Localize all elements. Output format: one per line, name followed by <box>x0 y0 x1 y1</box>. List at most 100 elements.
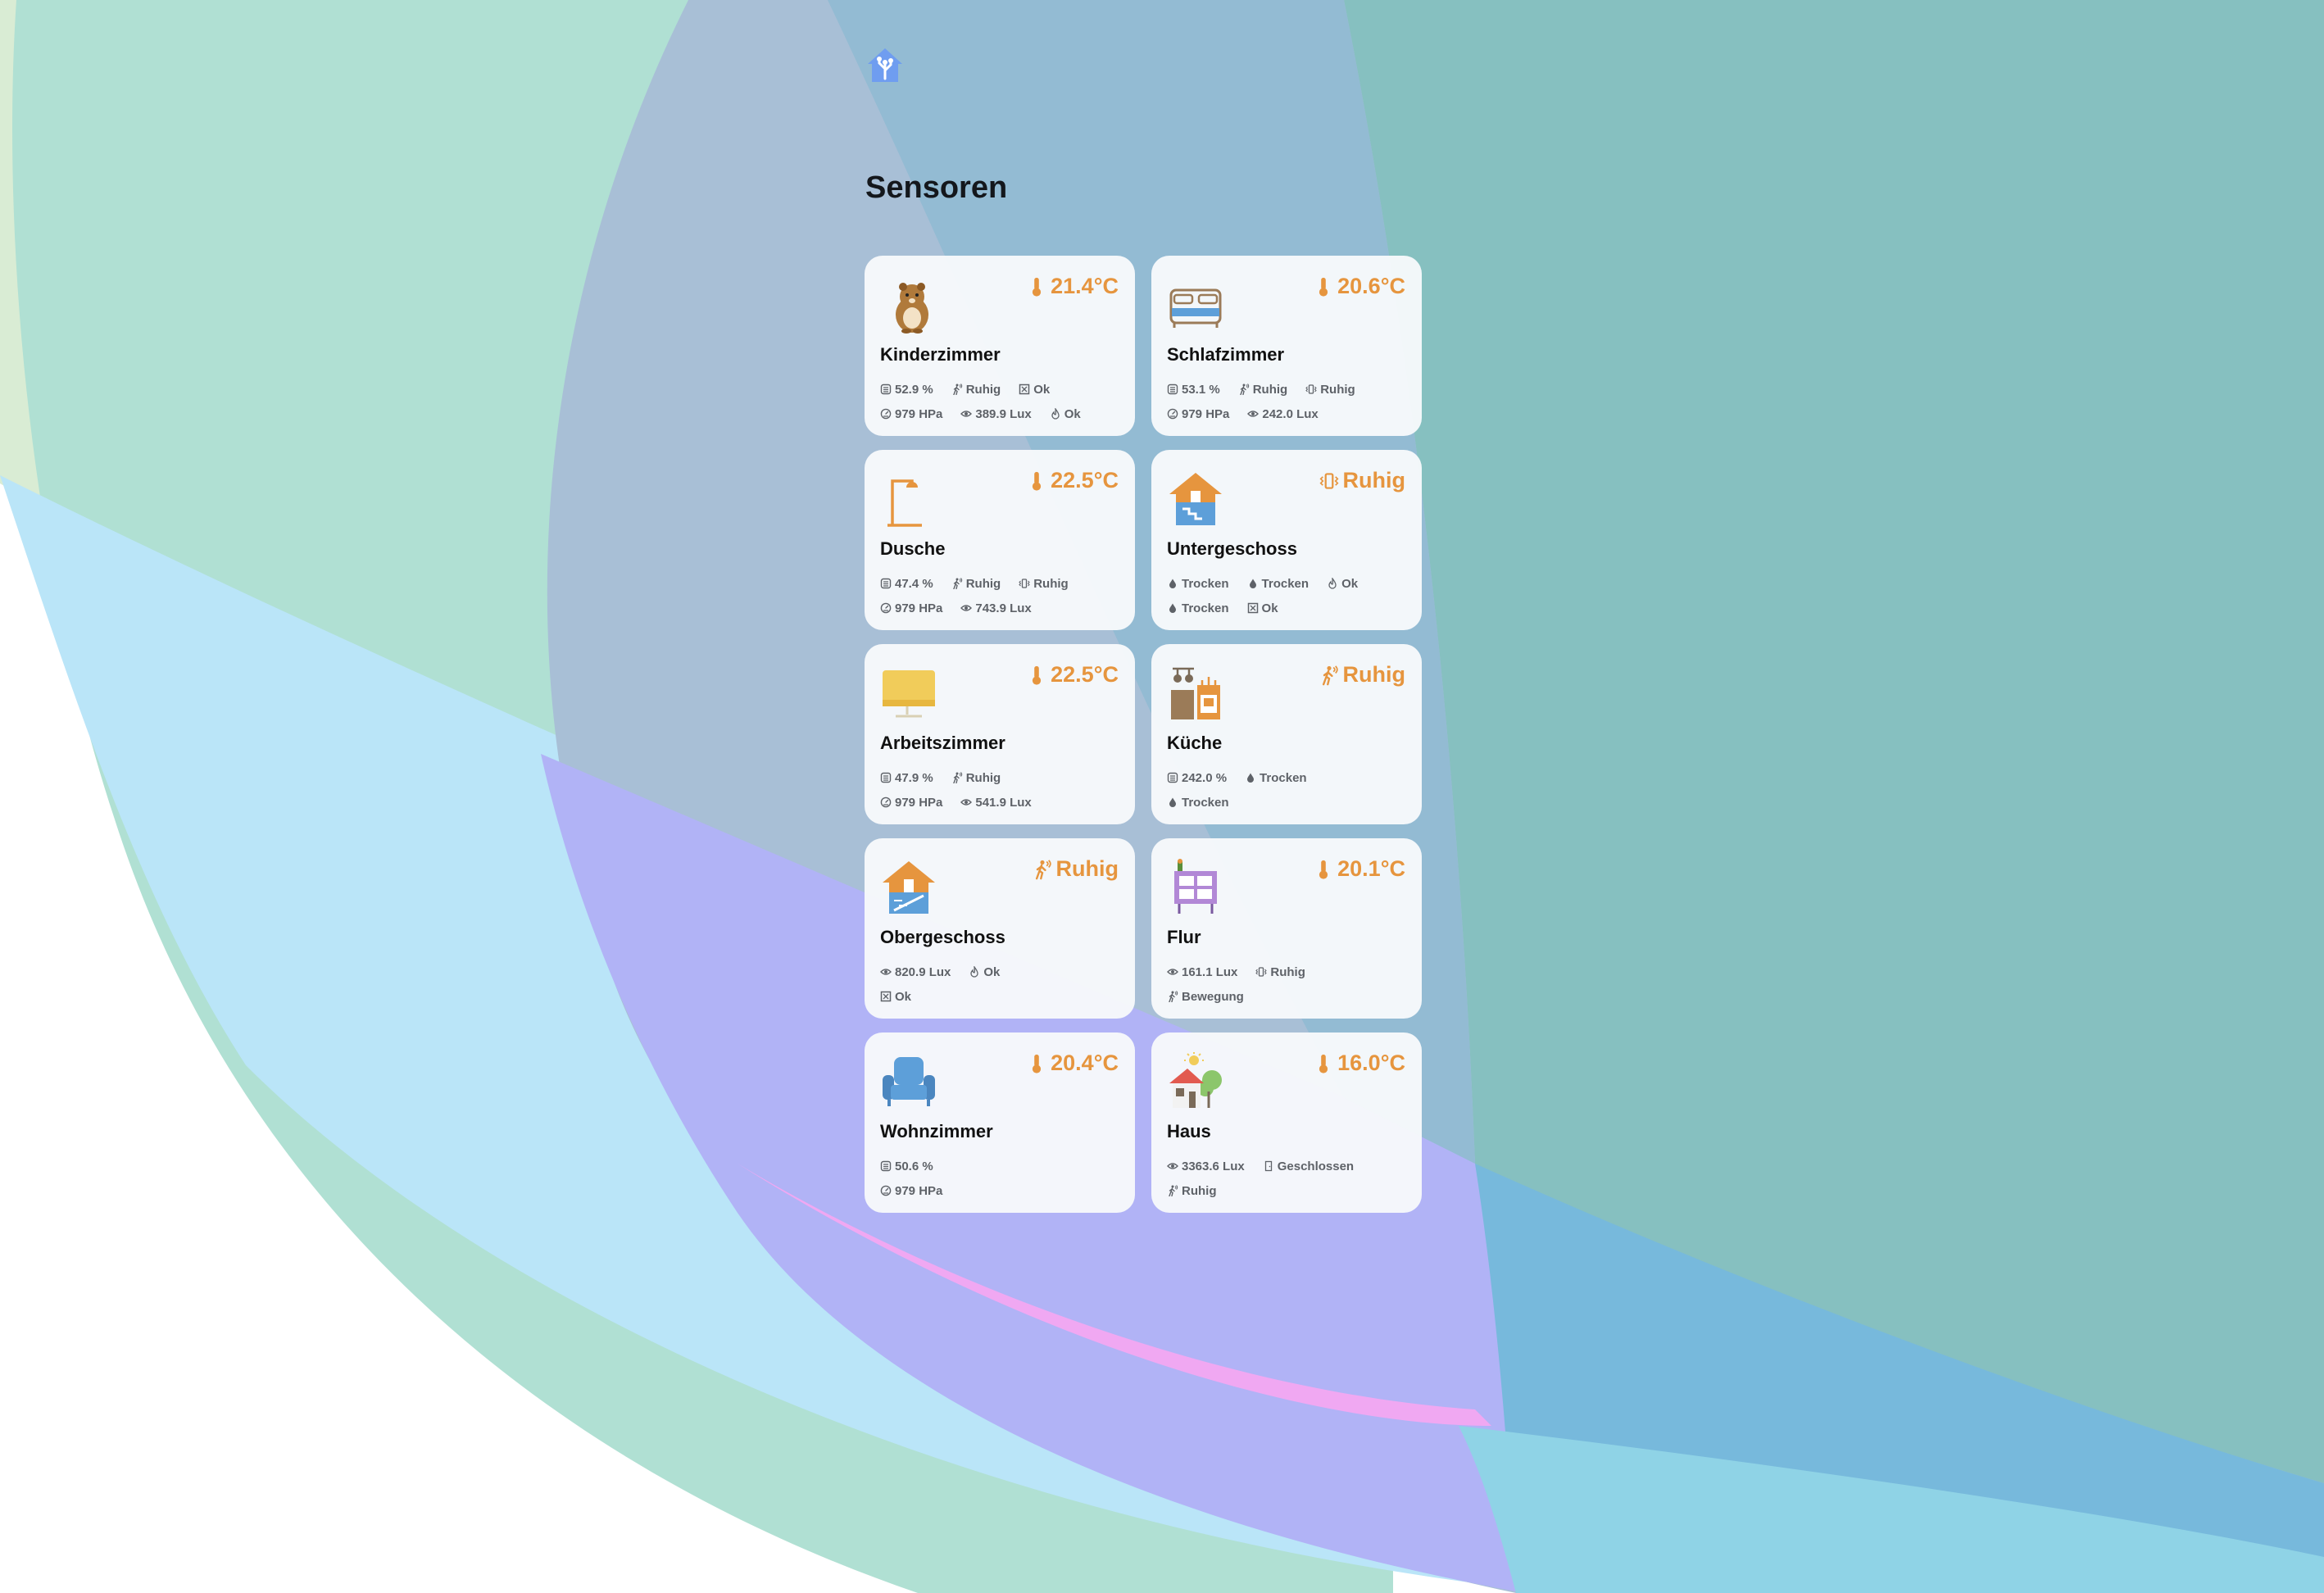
sensor-value: Trocken <box>1260 770 1307 785</box>
sensor-chip[interactable]: 161.1 Lux <box>1167 965 1237 979</box>
sensor-chip[interactable]: Ok <box>1327 577 1358 591</box>
sensor-chip[interactable]: Ok <box>1247 601 1278 615</box>
room-card[interactable]: Ruhig Obergeschoss 820.9 Lux Ok Ok <box>865 838 1135 1019</box>
sensor-chip[interactable]: Bewegung <box>1167 990 1244 1004</box>
sensor-chip[interactable]: 979 HPa <box>880 1184 942 1198</box>
motion-icon <box>951 384 963 395</box>
sensor-chip[interactable]: 541.9 Lux <box>960 796 1032 810</box>
sensor-value: 161.1 Lux <box>1182 964 1238 979</box>
motion-icon <box>1238 384 1250 395</box>
sensor-chip[interactable]: Ok <box>969 965 1000 979</box>
sensor-chip[interactable]: 3363.6 Lux <box>1167 1160 1245 1173</box>
vibration-icon <box>1305 384 1317 395</box>
sensor-chip[interactable]: Ok <box>880 990 911 1004</box>
room-name: Untergeschoss <box>1167 538 1297 559</box>
room-card[interactable]: 20.4°C Wohnzimmer 50.6 % 979 HPa <box>865 1032 1135 1213</box>
sensor-chip[interactable]: Ruhig <box>1305 383 1355 397</box>
room-name: Arbeitszimmer <box>880 733 1005 753</box>
house-basement-icon <box>1166 470 1225 529</box>
water-drop-icon <box>1247 578 1259 589</box>
headline-value: 21.4°C <box>1027 274 1119 299</box>
sensor-chip[interactable]: 50.6 % <box>880 1160 933 1173</box>
sensor-chip[interactable]: Ok <box>1050 407 1081 421</box>
sensor-chip[interactable]: 53.1 % <box>1167 383 1220 397</box>
sensor-row: Ok <box>880 984 1126 1009</box>
sensor-chip[interactable]: 47.4 % <box>880 577 933 591</box>
room-card[interactable]: Ruhig Küche 242.0 % Trocken Trocken <box>1151 644 1422 824</box>
sensor-chip[interactable]: Trocken <box>1167 796 1229 810</box>
eye-icon <box>1167 966 1178 978</box>
sensor-value: 389.9 Lux <box>975 406 1032 421</box>
room-card[interactable]: Ruhig Untergeschoss Trocken Trocken Ok Trocke… <box>1151 450 1422 630</box>
sensor-chip[interactable]: Ruhig <box>1019 577 1069 591</box>
monitor-icon <box>879 664 938 723</box>
headline-text: 20.6°C <box>1337 274 1405 298</box>
headline-text: Ruhig <box>1342 662 1405 687</box>
sensor-chip[interactable]: Ruhig <box>1255 965 1305 979</box>
armchair-icon <box>879 1052 938 1111</box>
home-assistant-logo[interactable] <box>865 46 905 84</box>
sensor-value: Ok <box>1341 576 1359 591</box>
sensor-value: Ruhig <box>1182 1183 1217 1198</box>
sensor-value: Ruhig <box>965 382 1001 397</box>
sensor-value: 979 HPa <box>895 406 943 421</box>
sensor-chip[interactable]: 242.0 Lux <box>1247 406 1319 421</box>
sensor-chip[interactable]: Ok <box>1019 383 1050 397</box>
water-drop-icon <box>1167 602 1178 614</box>
sensor-list: 53.1 % Ruhig Ruhig 979 HPa 242.0 Lux <box>1167 377 1413 426</box>
room-name: Haus <box>1167 1121 1211 1141</box>
sensor-value: Ok <box>983 964 1001 979</box>
sensor-value: 242.0 Lux <box>1262 406 1319 421</box>
sensor-chip[interactable]: 979 HPa <box>1167 407 1229 421</box>
sensor-chip[interactable]: 979 HPa <box>880 601 942 615</box>
room-name: Wohnzimmer <box>880 1121 993 1141</box>
sensor-value: Ruhig <box>1320 382 1355 397</box>
room-card[interactable]: 22.5°C Arbeitszimmer 47.9 % Ruhig 979 HPa 541… <box>865 644 1135 824</box>
room-card[interactable]: 22.5°C Dusche 47.4 % Ruhig Ruhig 979 HPa 743.9… <box>865 450 1135 630</box>
room-card[interactable]: 20.6°C Schlafzimmer 53.1 % Ruhig Ruhig 979 HP… <box>1151 256 1422 436</box>
sensor-chip[interactable]: 820.9 Lux <box>880 965 951 979</box>
sensor-chip[interactable]: Geschlossen <box>1263 1160 1354 1173</box>
sensor-value: Trocken <box>1182 576 1229 591</box>
sensor-chip[interactable]: 242.0 % <box>1167 771 1227 785</box>
headline-value: 20.6°C <box>1314 274 1405 299</box>
sensor-chip[interactable]: 47.9 % <box>880 771 933 785</box>
sensor-chip[interactable]: Ruhig <box>951 771 1001 785</box>
sensor-chip[interactable]: Ruhig <box>1238 383 1287 397</box>
sensor-chip[interactable]: 52.9 % <box>880 383 933 397</box>
humidity-icon <box>1167 772 1178 783</box>
room-card[interactable]: 16.0°C Haus 3363.6 Lux Geschlossen Ruhig <box>1151 1032 1422 1213</box>
sensor-chip[interactable]: Trocken <box>1247 577 1309 591</box>
sensor-chip[interactable]: 979 HPa <box>880 796 942 810</box>
pressure-icon <box>880 602 892 614</box>
humidity-icon <box>880 578 892 589</box>
sensor-chip[interactable]: Trocken <box>1167 601 1229 615</box>
thermometer-icon <box>1027 665 1046 686</box>
room-card[interactable]: 20.1°C Flur 161.1 Lux Ruhig Bewegung <box>1151 838 1422 1019</box>
sensor-chip[interactable]: Ruhig <box>951 383 1001 397</box>
sensor-chip[interactable]: Trocken <box>1167 577 1229 591</box>
sensor-value: Ruhig <box>1270 964 1305 979</box>
pressure-icon <box>880 1185 892 1196</box>
room-name: Kinderzimmer <box>880 344 1001 365</box>
headline-value: 16.0°C <box>1314 1051 1405 1076</box>
sensor-value: Ok <box>1064 406 1081 421</box>
sensor-list: 242.0 % Trocken Trocken <box>1167 765 1413 815</box>
sensor-chip[interactable]: Ruhig <box>1167 1184 1217 1198</box>
sensor-chip[interactable]: 743.9 Lux <box>960 601 1032 615</box>
sensor-chip[interactable]: Trocken <box>1245 771 1307 785</box>
sensor-row: 3363.6 Lux Geschlossen <box>1167 1154 1413 1178</box>
page-title: Sensoren <box>865 170 1008 205</box>
headline-text: Ruhig <box>1055 856 1119 881</box>
sensor-chip[interactable]: 979 HPa <box>880 407 942 421</box>
sensor-row: 242.0 % Trocken <box>1167 765 1413 790</box>
sensor-chip[interactable]: 389.9 Lux <box>960 406 1032 421</box>
vibration-icon <box>1255 966 1268 978</box>
water-drop-icon <box>1245 772 1256 783</box>
room-name: Schlafzimmer <box>1167 344 1285 365</box>
kitchen-icon <box>1166 664 1225 723</box>
room-card[interactable]: 21.4°C Kinderzimmer 52.9 % Ruhig Ok 979 HPa 38… <box>865 256 1135 436</box>
pressure-icon <box>880 796 892 808</box>
sensor-chip[interactable]: Ruhig <box>951 577 1001 591</box>
headline-text: 20.4°C <box>1051 1051 1119 1075</box>
